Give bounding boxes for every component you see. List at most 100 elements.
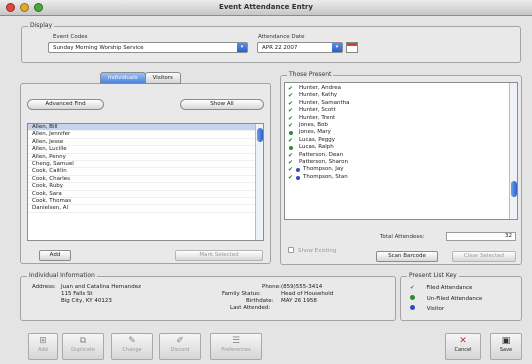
present-list-item[interactable]: ✔ Jones, Bob	[285, 122, 517, 129]
attendance-date-field[interactable]: APR 22 2007 ▾	[257, 42, 343, 53]
list-item[interactable]: Cook, Sara	[28, 191, 263, 198]
present-list-item[interactable]: Lucas, Ralph	[285, 144, 517, 151]
key-visitor: Visitor	[410, 305, 444, 312]
checkmark-icon: ✔	[288, 121, 294, 129]
birthdate-value: MAY 26 1958	[281, 298, 317, 304]
checkmark-icon: ✔	[288, 136, 294, 144]
green-dot-icon	[410, 295, 415, 300]
key-unfiled-label: Un-Filed Attendance	[426, 296, 483, 302]
change-label: Change	[122, 347, 142, 353]
present-list-item[interactable]: ✔ Lucas, Peggy	[285, 137, 517, 144]
present-list-item[interactable]: ✔ Hunter, Scott	[285, 107, 517, 114]
preferences-icon: ☰	[231, 336, 241, 346]
x-icon: ✕	[459, 336, 467, 346]
checkmark-icon: ✔	[288, 158, 294, 166]
present-list-item[interactable]: ✔ Patterson, Sharon	[285, 159, 517, 166]
present-list-item[interactable]: ✔ Patterson, Dean	[285, 152, 517, 159]
scan-barcode-button[interactable]: Scan Barcode	[376, 251, 438, 262]
change-button[interactable]: ✎ Change	[111, 333, 153, 360]
present-name: Lucas, Ralph	[299, 144, 334, 151]
present-scrollbar[interactable]	[509, 83, 517, 219]
present-name: Lucas, Peggy	[299, 136, 335, 143]
family-status-label: Family Status:	[222, 291, 261, 297]
phone-value: (859)555-3414	[281, 284, 323, 290]
present-list-item[interactable]: ✔ Hunter, Trent	[285, 115, 517, 122]
present-scroll-thumb[interactable]	[511, 181, 517, 197]
individuals-scrollbar[interactable]	[255, 124, 263, 240]
list-item[interactable]: Cook, Ruby	[28, 183, 263, 191]
event-codes-label: Event Codes	[53, 34, 88, 40]
list-item[interactable]: Allen, Lucille	[28, 146, 263, 154]
list-item[interactable]: Allen, Jesse	[28, 139, 263, 147]
checkmark-icon: ✔	[410, 285, 415, 291]
chevron-down-icon: ▾	[332, 43, 342, 52]
present-name: Thompson, Stan	[303, 173, 348, 180]
save-button[interactable]: ▣ Save	[490, 333, 522, 360]
panel-tabs: Individuals Visitors	[100, 72, 181, 84]
calendar-icon[interactable]	[346, 42, 358, 53]
list-item[interactable]: Danielsen, Al	[28, 205, 263, 213]
present-name: Patterson, Dean	[299, 151, 344, 158]
show-all-button[interactable]: Show All	[180, 99, 264, 110]
list-item[interactable]: Cheng, Samuel	[28, 161, 263, 169]
blue-dot-icon	[296, 168, 300, 173]
blue-dot-icon	[296, 175, 300, 180]
tab-individuals[interactable]: Individuals	[100, 72, 146, 84]
present-list-item[interactable]: ✔ Hunter, Samantha	[285, 100, 517, 107]
present-list-item[interactable]: ✔ Hunter, Andrea	[285, 85, 517, 92]
discard-button[interactable]: ✐ Discard	[159, 333, 201, 360]
individuals-list[interactable]: Allen, Bill Allen, Jennifer Allen, Jesse Al…	[27, 123, 264, 241]
present-name: Thompson, Jay	[303, 166, 344, 173]
checkmark-icon: ✔	[288, 85, 294, 92]
title-bar[interactable]: Event Attendance Entry	[0, 0, 532, 16]
list-item[interactable]: Cook, Caitlin	[28, 168, 263, 176]
list-item[interactable]: Allen, Penny	[28, 154, 263, 161]
present-name: Hunter, Scott	[299, 107, 336, 114]
cancel-label: Cancel	[454, 347, 472, 353]
clear-selected-button[interactable]: Clear Selected	[452, 251, 516, 262]
present-name: Hunter, Kathy	[299, 92, 338, 99]
add-button[interactable]: Add	[39, 250, 71, 261]
total-attendees-field: 32	[446, 232, 516, 241]
event-code-select[interactable]: Sunday Morning Worship Service ▾	[48, 42, 248, 53]
last-attended-label: Last Attended:	[230, 305, 271, 311]
add-record-button[interactable]: ⊞ Add	[28, 333, 58, 360]
list-item[interactable]: Cook, Charles	[28, 176, 263, 184]
add-icon: ⊞	[39, 336, 47, 346]
cancel-button[interactable]: ✕ Cancel	[445, 333, 481, 360]
change-icon: ✎	[128, 336, 136, 346]
present-list-item[interactable]: ✔ Thompson, Jay	[285, 166, 517, 173]
tab-visitors[interactable]: Visitors	[144, 72, 181, 84]
discard-icon: ✐	[176, 336, 184, 346]
mark-selected-button[interactable]: Mark Selected	[175, 250, 263, 261]
checkmark-icon: ✔	[288, 107, 294, 115]
present-rows: ✔ Hunter, Andrea ✔ Hunter, Kathy ✔ Hunter, Sa…	[285, 83, 517, 181]
present-name: Patterson, Sharon	[299, 158, 348, 165]
present-name: Jones, Bob	[299, 121, 328, 128]
present-list-item[interactable]: ✔ Hunter, Kathy	[285, 92, 517, 99]
scroll-thumb[interactable]	[257, 128, 263, 142]
total-attendees-label: Total Attendees:	[380, 234, 425, 240]
display-group-label: Display	[28, 22, 55, 29]
duplicate-button[interactable]: ⧉ Duplicate	[62, 333, 104, 360]
those-present-list[interactable]: ✔ Hunter, Andrea ✔ Hunter, Kathy ✔ Hunter, Sa…	[284, 82, 518, 220]
list-item[interactable]: Cook, Thomas	[28, 198, 263, 206]
checkmark-icon: ✔	[288, 99, 294, 107]
duplicate-label: Duplicate	[71, 347, 95, 353]
address-label: Address:	[32, 284, 56, 290]
chevron-down-icon: ▾	[237, 43, 247, 52]
present-name: Hunter, Trent	[299, 114, 336, 121]
event-attendance-window: Event Attendance Entry Display Event Cod…	[0, 0, 532, 364]
present-list-item[interactable]: ✔ Thompson, Stan	[285, 174, 517, 181]
list-item[interactable]: Allen, Bill	[28, 124, 263, 132]
advanced-find-button[interactable]: Advanced Find	[27, 99, 104, 110]
phone-label: Phone:	[262, 284, 281, 290]
present-name: Hunter, Samantha	[299, 99, 350, 106]
add-record-label: Add	[38, 347, 48, 353]
show-existing-checkbox[interactable]	[288, 247, 294, 253]
present-list-item[interactable]: Jones, Mary	[285, 129, 517, 136]
list-item[interactable]: Allen, Jennifer	[28, 131, 263, 139]
preferences-button[interactable]: ☰ Preferences	[210, 333, 262, 360]
key-visitor-label: Visitor	[426, 306, 445, 312]
checkmark-icon: ✔	[288, 173, 294, 181]
